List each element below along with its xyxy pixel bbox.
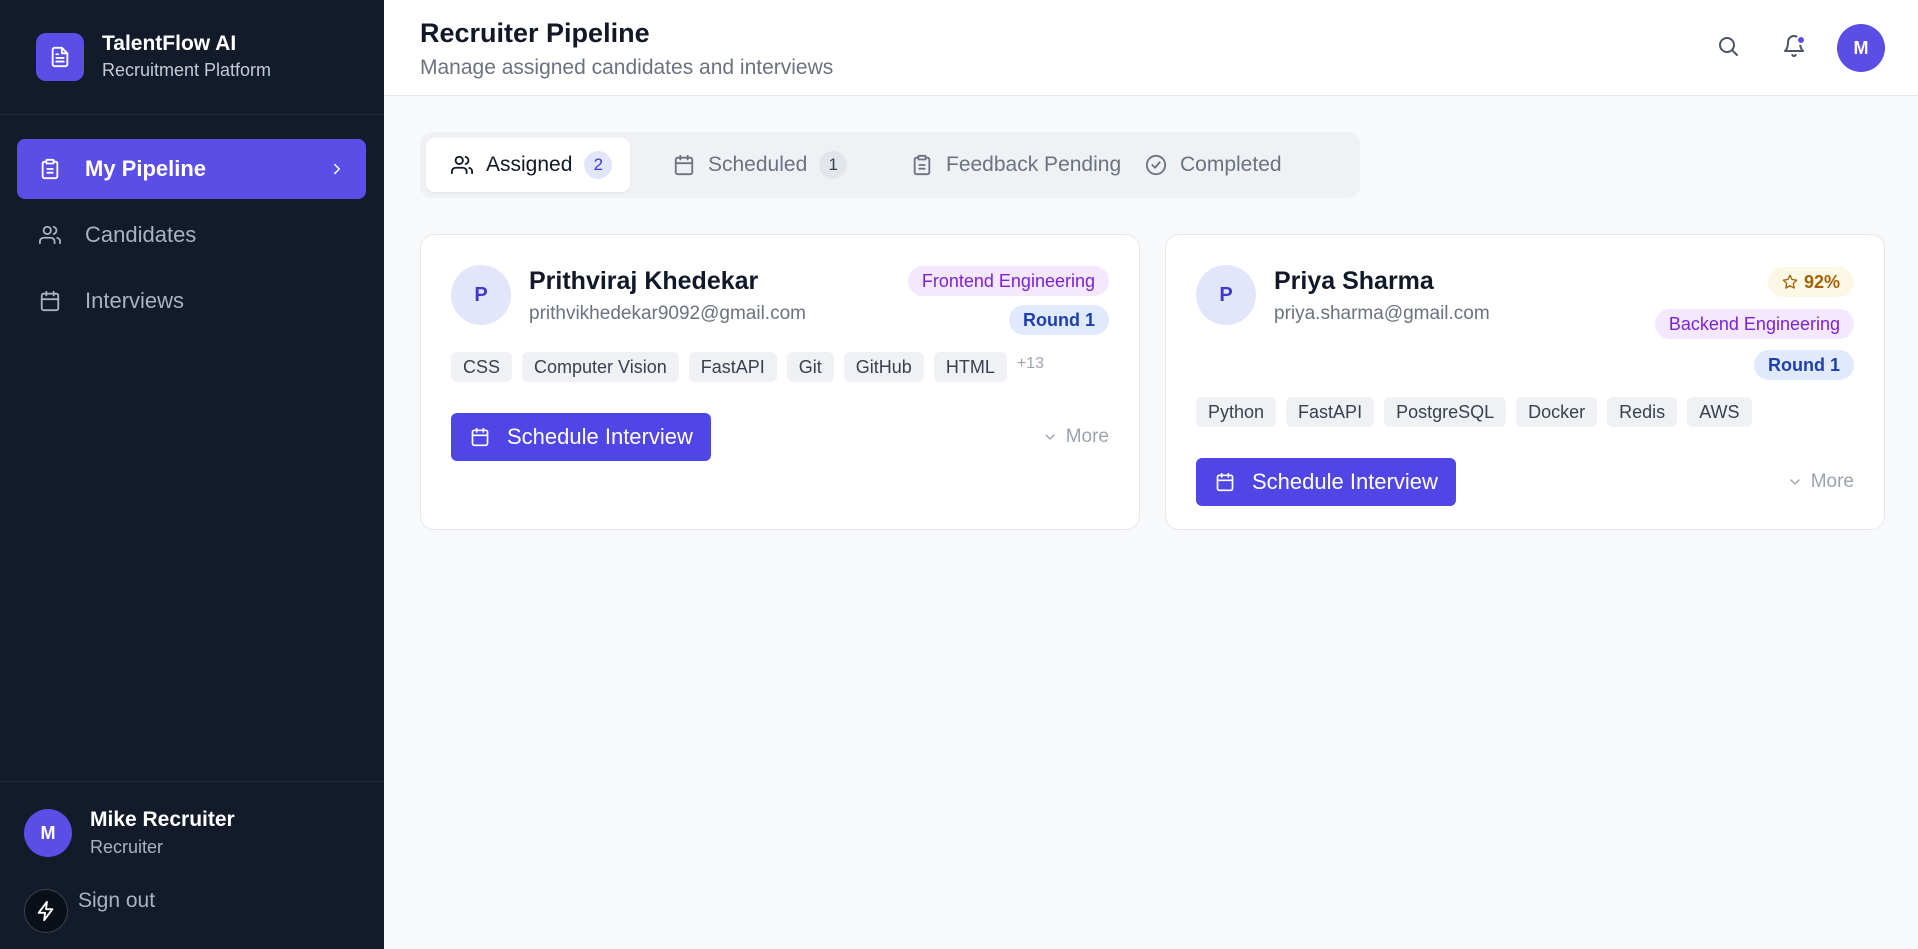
skill-tag: AWS [1687, 397, 1752, 427]
button-label: Schedule Interview [1252, 469, 1438, 494]
skill-tag: Python [1196, 397, 1277, 427]
tab-count-badge: 2 [584, 151, 613, 179]
check-circle-icon [1144, 153, 1168, 177]
skill-tag: GitHub [843, 352, 924, 382]
candidate-card: P Prithviraj Khedekar prithvikhedekar909… [420, 234, 1140, 530]
sidebar-item-candidates[interactable]: Candidates [17, 205, 366, 265]
brand: TalentFlow AI Recruitment Platform [0, 0, 384, 115]
schedule-interview-button[interactable]: Schedule Interview [451, 413, 711, 461]
button-label: Schedule Interview [507, 424, 693, 449]
skill-tag: FastAPI [1286, 397, 1375, 427]
notifications-button[interactable] [1774, 28, 1814, 68]
pipeline-tabs: Assigned 2 Scheduled 1 Feedback Pending … [420, 132, 1360, 198]
users-icon [37, 222, 63, 248]
sidebar-item-interviews[interactable]: Interviews [17, 271, 366, 331]
page-subtitle: Manage assigned candidates and interview… [420, 56, 834, 79]
bolt-icon [24, 889, 68, 933]
page-header: Recruiter Pipeline Manage assigned candi… [384, 0, 1918, 96]
search-button[interactable] [1708, 28, 1748, 68]
tab-assigned[interactable]: Assigned 2 [426, 138, 631, 192]
sign-out-label: Sign out [78, 889, 156, 912]
candidate-email: priya.sharma@gmail.com [1274, 303, 1490, 324]
department-badge: Backend Engineering [1654, 309, 1854, 339]
sidebar-item-label: Interviews [85, 288, 185, 313]
candidate-name: Priya Sharma [1274, 267, 1434, 295]
more-skills-count: +13 [1016, 355, 1044, 372]
tab-label: Completed [1180, 153, 1282, 176]
more-button[interactable]: More [1042, 425, 1109, 449]
tab-label: Assigned [486, 153, 573, 176]
skill-tag: Computer Vision [522, 352, 679, 382]
sidebar-item-label: Candidates [85, 222, 197, 247]
tab-label: Feedback Pending [946, 153, 1122, 176]
avatar[interactable]: M [1837, 24, 1885, 72]
skill-tag: HTML [933, 352, 1007, 382]
match-score-badge: 92% [1767, 267, 1854, 297]
avatar: M [24, 809, 72, 857]
clipboard-icon [37, 156, 63, 182]
page-title: Recruiter Pipeline [420, 18, 650, 48]
sidebar: TalentFlow AI Recruitment Platform My Pi… [0, 0, 384, 949]
skill-tag: PostgreSQL [1384, 397, 1507, 427]
skill-tag: Redis [1607, 397, 1678, 427]
document-icon [36, 33, 84, 81]
skill-list: Python FastAPI PostgreSQL Docker Redis A… [1196, 397, 1762, 427]
clipboard-icon [910, 153, 934, 177]
sidebar-user-panel: M Mike Recruiter Recruiter Sign out [0, 781, 384, 949]
tab-label: Scheduled [708, 153, 808, 176]
skill-tag: Docker [1516, 397, 1598, 427]
more-label: More [1810, 471, 1854, 492]
chevron-down-icon [1787, 474, 1803, 490]
candidate-name: Prithviraj Khedekar [529, 267, 759, 295]
brand-name: TalentFlow AI [102, 32, 237, 55]
round-badge: Round 1 [1009, 305, 1109, 335]
tab-completed[interactable]: Completed [1120, 138, 1300, 192]
calendar-icon [1214, 471, 1236, 493]
search-icon [1716, 34, 1740, 63]
skill-tag: Git [786, 352, 834, 382]
candidate-email: prithvikhedekar9092@gmail.com [529, 303, 806, 324]
chevron-down-icon [1042, 429, 1058, 445]
candidate-card: P Priya Sharma priya.sharma@gmail.com 92… [1165, 234, 1885, 530]
department-badge: Frontend Engineering [907, 266, 1109, 296]
sidebar-nav: My Pipeline Candidates Interviews [17, 139, 366, 337]
calendar-icon [672, 153, 696, 177]
tab-feedback-pending[interactable]: Feedback Pending [886, 138, 1139, 192]
calendar-icon [37, 288, 63, 314]
chevron-right-icon [328, 158, 346, 186]
candidate-avatar: P [451, 265, 511, 325]
schedule-interview-button[interactable]: Schedule Interview [1196, 458, 1456, 506]
tab-count-badge: 1 [819, 151, 848, 179]
match-score: 92% [1803, 271, 1840, 292]
user-name: Mike Recruiter [90, 808, 235, 831]
skill-list: CSS Computer Vision FastAPI Git GitHub H… [451, 352, 1044, 382]
more-button[interactable]: More [1787, 470, 1854, 494]
calendar-icon [469, 426, 491, 448]
sidebar-item-my-pipeline[interactable]: My Pipeline [17, 139, 366, 199]
candidate-avatar: P [1196, 265, 1256, 325]
star-icon [1782, 274, 1798, 290]
sidebar-item-label: My Pipeline [85, 156, 207, 181]
tab-scheduled[interactable]: Scheduled 1 [648, 138, 865, 192]
sign-out-button[interactable]: Sign out [24, 889, 155, 933]
user-role: Recruiter [90, 837, 164, 857]
notification-dot [1796, 35, 1806, 45]
brand-subtitle: Recruitment Platform [102, 60, 272, 80]
skill-tag: CSS [451, 352, 513, 382]
skill-tag: FastAPI [688, 352, 777, 382]
round-badge: Round 1 [1754, 350, 1854, 380]
more-label: More [1065, 426, 1109, 447]
users-icon [450, 153, 474, 177]
